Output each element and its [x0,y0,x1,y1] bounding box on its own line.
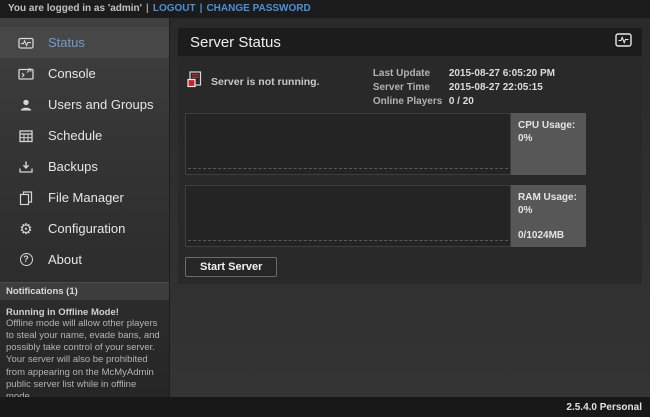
sidebar-item-label: About [48,252,82,267]
sidebar-item-label: Status [48,35,85,50]
ram-usage-label: RAM Usage: [518,191,579,204]
topbar: You are logged in as 'admin'|LOGOUT|CHAN… [0,0,650,18]
start-server-button[interactable]: Start Server [185,257,277,277]
sidebar-item-console[interactable]: Console [0,58,169,89]
sidebar-item-label: Backups [48,159,98,174]
info-value: 0 / 20 [449,95,474,109]
chart-baseline [188,240,508,241]
logout-link[interactable]: LOGOUT [153,3,196,14]
server-status-panel: Server Status Server is not running. [178,28,642,284]
sidebar-item-label: File Manager [48,190,124,205]
panel-body: Server is not running. Last Update 2015-… [178,56,642,284]
info-label: Online Players [373,95,449,109]
sidebar-nav: Status Console Users and Groups [0,18,169,275]
topbar-separator: | [200,3,203,14]
console-icon [18,66,34,82]
server-info-table: Last Update 2015-08-27 6:05:20 PM Server… [373,67,555,109]
notifications-header: Notifications (1) [0,282,169,301]
info-label: Server Time [373,81,449,95]
sidebar-item-about[interactable]: ? About [0,244,169,275]
footer-bar: 2.5.4.0 Personal [0,397,650,417]
info-row-server-time: Server Time 2015-08-27 22:05:15 [373,81,555,95]
main-area: Server Status Server is not running. [170,18,650,397]
page-title: Server Status [190,34,615,51]
sidebar-item-label: Schedule [48,128,102,143]
topbar-separator: | [146,3,149,14]
info-value: 2015-08-27 22:05:15 [449,81,543,95]
content-area: Status Console Users and Groups [0,18,650,397]
cpu-usage-row: CPU Usage: 0% [185,113,635,175]
panel-header: Server Status [178,28,642,56]
question-icon: ? [18,252,34,268]
server-message: Server is not running. [187,71,320,93]
status-panel-icon [615,33,632,52]
ram-usage-chart [185,185,511,247]
sidebar-item-label: Configuration [48,221,125,236]
notification-title: Running in Offline Mode! [6,307,163,318]
users-icon [18,97,34,113]
sidebar-item-schedule[interactable]: Schedule [0,120,169,151]
change-password-link[interactable]: CHANGE PASSWORD [206,3,310,14]
server-status-text: Server is not running. [211,76,320,88]
cpu-usage-chart [185,113,511,175]
info-row-last-update: Last Update 2015-08-27 6:05:20 PM [373,67,555,81]
sidebar-item-file-manager[interactable]: File Manager [0,182,169,213]
info-row-online-players: Online Players 0 / 20 [373,95,555,109]
sidebar-item-configuration[interactable]: ⚙ Configuration [0,213,169,244]
notification-item: Running in Offline Mode! Offline mode wi… [0,301,169,403]
ram-usage-label-box: RAM Usage: 0% 0/1024MB [511,185,586,247]
version-label: 2.5.4.0 Personal [566,402,642,413]
cpu-usage-value: 0% [518,132,579,145]
ram-usage-value: 0% [518,204,579,217]
status-row: Server is not running. Last Update 2015-… [185,63,635,113]
chart-baseline [188,168,508,169]
sidebar-item-label: Users and Groups [48,97,154,112]
info-value: 2015-08-27 6:05:20 PM [449,67,555,81]
actions-row: Start Server [185,257,635,277]
logged-in-text: You are logged in as 'admin' [8,3,142,14]
mcmyadmin-app: You are logged in as 'admin'|LOGOUT|CHAN… [0,0,650,417]
sidebar-item-users-and-groups[interactable]: Users and Groups [0,89,169,120]
info-label: Last Update [373,67,449,81]
cpu-usage-label: CPU Usage: [518,119,579,132]
status-icon [18,35,34,51]
notifications-panel: Notifications (1) Running in Offline Mod… [0,282,169,403]
file-manager-icon [18,190,34,206]
schedule-icon [18,128,34,144]
sidebar-item-backups[interactable]: Backups [0,151,169,182]
sidebar-item-label: Console [48,66,96,81]
sidebar-item-status[interactable]: Status [0,27,169,58]
gear-icon: ⚙ [18,221,34,237]
backups-icon [18,159,34,175]
ram-usage-row: RAM Usage: 0% 0/1024MB [185,185,635,247]
ram-usage-detail: 0/1024MB [518,229,579,242]
sidebar: Status Console Users and Groups [0,18,170,397]
notification-text: Offline mode will allow other players to… [6,318,163,403]
cpu-usage-label-box: CPU Usage: 0% [511,113,586,175]
server-stopped-icon [187,71,202,93]
